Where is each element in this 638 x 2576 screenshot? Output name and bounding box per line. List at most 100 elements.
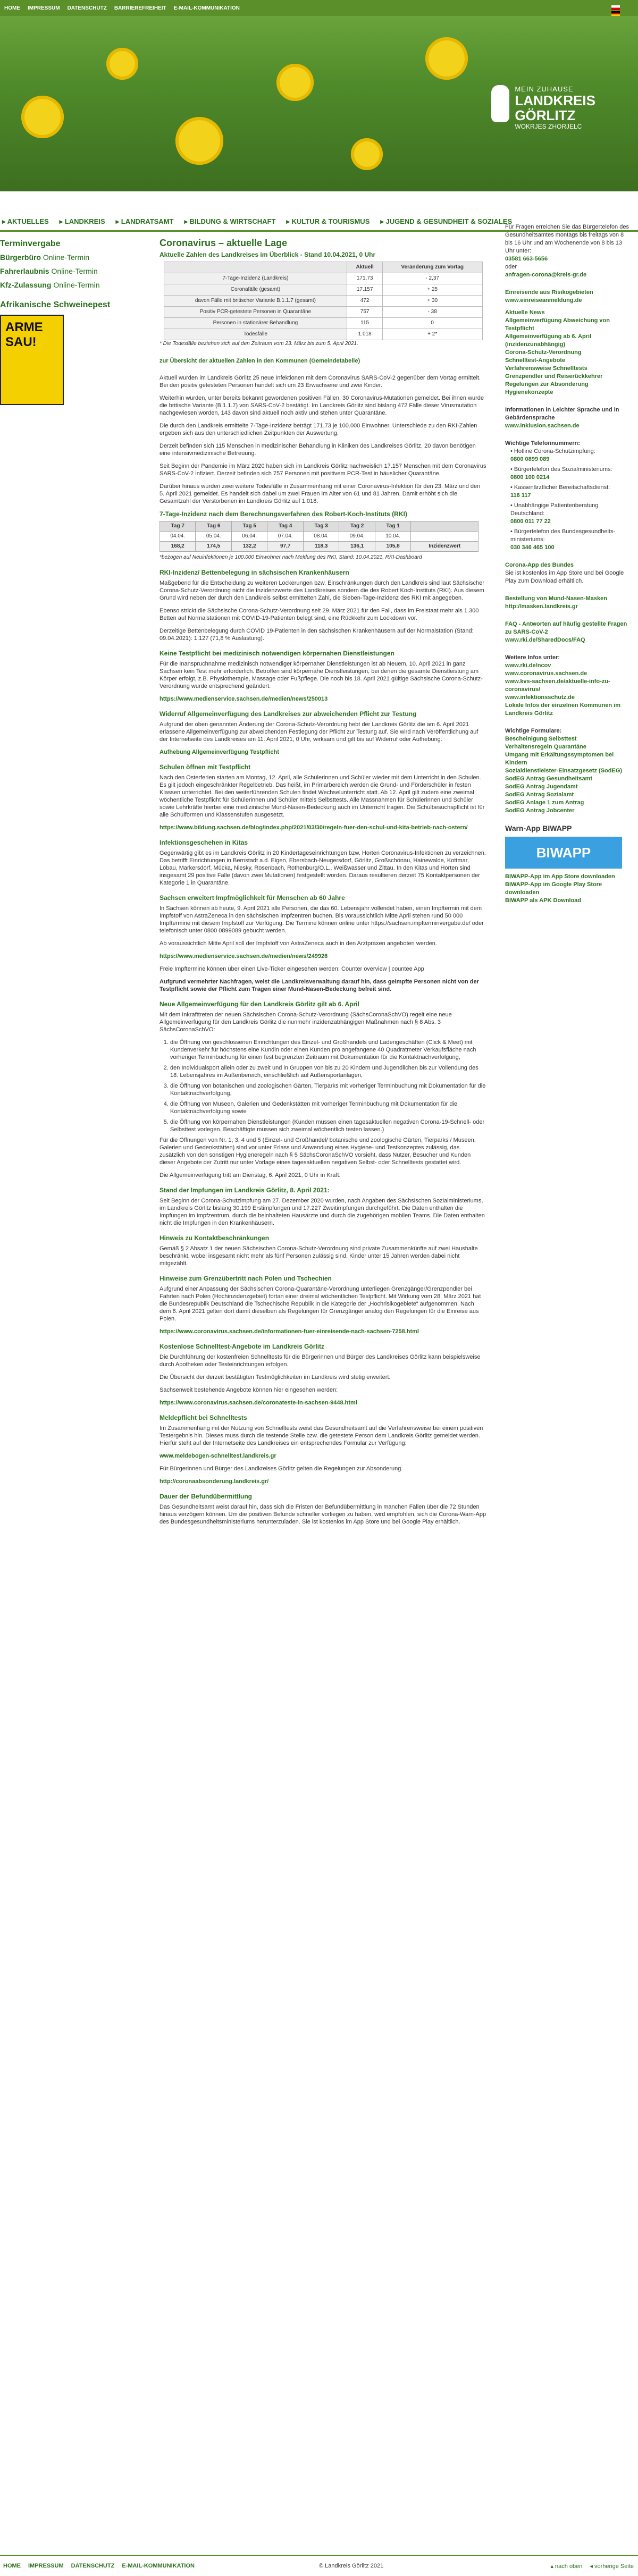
phone-number[interactable]: 0800 100 0214 <box>510 474 549 481</box>
nav-aktuelles[interactable]: ▸ AKTUELLES <box>2 217 54 226</box>
hotline-email[interactable]: anfragen-corona@kreis-gr.de <box>505 271 633 279</box>
form-link[interactable]: Verhaltensregeln Quarantäne <box>505 743 633 751</box>
stats-table: Aktuell Veränderung zum Vortag 7-Tage-In… <box>163 262 483 340</box>
quick-link[interactable]: Regelungen zur Absonderung <box>505 381 633 389</box>
footer-link-home[interactable]: HOME <box>3 2563 21 2569</box>
footer-link-email[interactable]: E-MAIL-KOMMUNIKATION <box>122 2563 195 2569</box>
form-link[interactable]: SodEG Antrag Jugendamt <box>505 783 633 791</box>
faq-title[interactable]: FAQ - Antworten auf häufig gestellte Fra… <box>505 620 633 636</box>
quick-link[interactable]: Grenzpendler und Reiserückkehrer <box>505 373 633 381</box>
section: Meldepflicht bei Schnelltests Im Zusamme… <box>160 1414 486 1485</box>
section-link[interactable]: http://coronaabsonderung.landkreis.gr/ <box>160 1478 486 1485</box>
nav-jugend[interactable]: ▸ JUGEND & GESUNDHEIT & SOZIALES <box>380 217 517 226</box>
form-link[interactable]: SodEG Antrag Gesundheitsamt <box>505 775 633 783</box>
sidebar-item-buergerbuero[interactable]: Bürgerbüro Online-Termin <box>0 253 138 262</box>
gemeindetabelle-link[interactable]: zur Übersicht der aktuellen Zahlen in de… <box>160 357 486 365</box>
table-cell: davon Fälle mit britischer Variante B.1.… <box>163 295 348 307</box>
hotline-phone[interactable]: 03581 663-5656 <box>505 255 633 263</box>
flag-icon[interactable] <box>611 5 620 10</box>
section-link[interactable]: https://www.bildung.sachsen.de/blog/inde… <box>160 824 486 831</box>
section-title: Neue Allgemeinverfügung für den Landkrei… <box>160 1000 359 1008</box>
nav-bildung[interactable]: ▸ BILDUNG & WIRTSCHAFT <box>184 217 281 226</box>
phone-number[interactable]: 116 117 <box>510 492 531 499</box>
form-link[interactable]: Bescheinigung Selbsttest <box>505 735 633 743</box>
quick-link[interactable]: Verfahrensweise Schnelltests <box>505 365 633 373</box>
quick-link[interactable]: Aktuelle News <box>505 309 633 317</box>
site-logo[interactable]: MEIN ZUHAUSE LANDKREIS GÖRLITZ WOKRJES Z… <box>491 85 595 130</box>
nav-landkreis[interactable]: ▸ LANDKREIS <box>60 217 111 226</box>
section-link[interactable]: https://www.coronavirus.sachsen.de/infor… <box>160 1328 486 1335</box>
paragraph: Derzeitige Bettenbelegung durch COVID 19… <box>160 628 474 642</box>
footer-link-datenschutz[interactable]: DATENSCHUTZ <box>71 2563 115 2569</box>
quick-link[interactable]: Allgemeinverfügung Abweichung von Testpf… <box>505 317 633 333</box>
nav-label: BILDUNG & WIRTSCHAFT <box>189 217 276 225</box>
section-link[interactable]: https://www.medienservice.sachsen.de/med… <box>160 695 486 703</box>
section-link[interactable]: Aufhebung Allgemeinverfügung Testpflicht <box>160 748 486 756</box>
flag-icon[interactable] <box>611 11 620 16</box>
form-link[interactable]: SodEG Antrag Sozialamt <box>505 791 633 799</box>
form-link[interactable]: SodEG Antrag Jobcenter <box>505 807 633 815</box>
main-content: Coronavirus – aktuelle Lage Aktuelle Zah… <box>159 238 486 1531</box>
warnapp-link[interactable]: BIWAPP-App im App Store downloaden <box>505 873 633 881</box>
warnapp-link[interactable]: BIWAPP als APK Download <box>505 897 633 905</box>
paragraph: Darüber hinaus wurden zwei weitere Todes… <box>160 483 481 504</box>
asp-sign-image[interactable]: ARME SAU! <box>0 315 64 405</box>
section-link[interactable]: https://www.coronavirus.sachsen.de/coron… <box>160 1399 486 1407</box>
section-title: Meldepflicht bei Schnelltests <box>160 1414 247 1421</box>
section: Hinweis zu Kontaktbeschränkungen Gemäß §… <box>160 1234 486 1267</box>
faq-link[interactable]: www.rki.de/SharedDocs/FAQ <box>505 636 633 644</box>
more-link[interactable]: www.coronavirus.sachsen.de <box>505 670 633 678</box>
table-header: Tag 5 <box>231 521 268 532</box>
asp-link[interactable]: Afrikanische Schweinepest <box>0 300 138 310</box>
paragraph: Seit Beginn der Corona-Schutzimpfung am … <box>160 1198 485 1226</box>
more-link[interactable]: www.rki.de/ncov <box>505 662 633 670</box>
quick-link[interactable]: Einreisende aus Risikogebieten <box>505 289 633 297</box>
table-row: 168,2 174,5 132,2 97,7 118,3 136,1 105,8 Inzide… <box>159 541 478 552</box>
back-to-top-link[interactable]: ▴ nach oben <box>550 2563 582 2570</box>
phones-block: Wichtige Telefonnummern: • Hotline Coron… <box>505 440 633 552</box>
warnapp-link[interactable]: BIWAPP-App im Google Play Store download… <box>505 881 633 897</box>
top-nav-barrierefreiheit[interactable]: BARRIEREFREIHEIT <box>114 5 166 11</box>
top-nav-home[interactable]: HOME <box>4 5 20 11</box>
sidebar-item-kfz[interactable]: Kfz-Zulassung Online-Termin <box>0 281 138 289</box>
footer: HOME IMPRESSUM DATENSCHUTZ E-MAIL-KOMMUN… <box>0 2555 638 2576</box>
footer-link-impressum[interactable]: IMPRESSUM <box>28 2563 64 2569</box>
top-nav-datenschutz[interactable]: DATENSCHUTZ <box>68 5 107 11</box>
phone-label: Bürgertelefon des Sozialministeriums: <box>514 466 612 473</box>
table-cell: - 2,37 <box>382 273 483 284</box>
paragraph: Für die Inanspruchnahme medizinisch notw… <box>160 661 483 689</box>
info-link[interactable]: www.inklusion.sachsen.de <box>505 422 633 430</box>
more-link[interactable]: Lokale Infos der einzelnen Kommunen im L… <box>505 702 633 718</box>
quick-link[interactable]: Allgemeinverfügung ab 6. April (inzidenz… <box>505 333 633 349</box>
quick-link[interactable]: Corona-Schutz-Verordnung <box>505 349 633 357</box>
quick-link[interactable]: Hygienekonzepte <box>505 389 633 397</box>
nav-landratsamt[interactable]: ▸ LANDRATSAMT <box>116 217 179 226</box>
table-cell: 05.04. <box>195 531 232 542</box>
section-title: Infektionsgeschehen in Kitas <box>160 839 248 846</box>
section-link[interactable]: www.meldebogen-schnelltest.landkreis.gr <box>160 1452 486 1460</box>
paragraph: Aktuell wurden im Landkreis Görlitz 25 n… <box>160 375 481 389</box>
previous-page-link[interactable]: ◂ vorherige Seite <box>590 2563 634 2570</box>
phone-number[interactable]: 030 346 465 100 <box>510 544 555 551</box>
form-link[interactable]: Umgang mit Erkältungssymptomen bei Kinde… <box>505 751 633 767</box>
form-link[interactable]: SodEG Anlage 1 zum Antrag <box>505 799 633 807</box>
sidebar-item-fahrerlaubnis[interactable]: Fahrerlaubnis Online-Termin <box>0 267 138 275</box>
phone-number[interactable]: 0800 011 77 22 <box>510 518 551 525</box>
biwapp-logo[interactable]: BIWAPP <box>505 837 622 869</box>
phone-number[interactable]: 0800 0899 089 <box>510 456 549 462</box>
masks-title[interactable]: Bestellung von Mund-Nasen-Masken <box>505 595 633 603</box>
table-cell: 118,3 <box>303 541 340 552</box>
section-link[interactable]: https://www.medienservice.sachsen.de/med… <box>160 953 486 960</box>
page-title: Coronavirus – aktuelle Lage <box>160 238 288 248</box>
form-link[interactable]: Sozialdienstleister-Einsatzgesetz (SodEG… <box>505 767 633 775</box>
app-title[interactable]: Corona-App des Bundes <box>505 561 633 569</box>
nav-kultur[interactable]: ▸ KULTUR & TOURISMUS <box>286 217 375 226</box>
more-link[interactable]: www.kvs-sachsen.de/aktuelle-info-zu-coro… <box>505 678 633 694</box>
paragraph: Maßgebend für die Entscheidung zu weiter… <box>160 580 484 601</box>
top-nav-impressum[interactable]: IMPRESSUM <box>28 5 60 11</box>
quick-link[interactable]: Schnelltest-Angebote <box>505 357 633 365</box>
top-nav-email[interactable]: E-MAIL-KOMMUNIKATION <box>174 5 240 11</box>
more-link[interactable]: www.infektionsschutz.de <box>505 694 633 702</box>
quick-link[interactable]: www.einreiseanmeldung.de <box>505 297 633 305</box>
masks-link[interactable]: http://masken.landkreis.gr <box>505 603 633 611</box>
